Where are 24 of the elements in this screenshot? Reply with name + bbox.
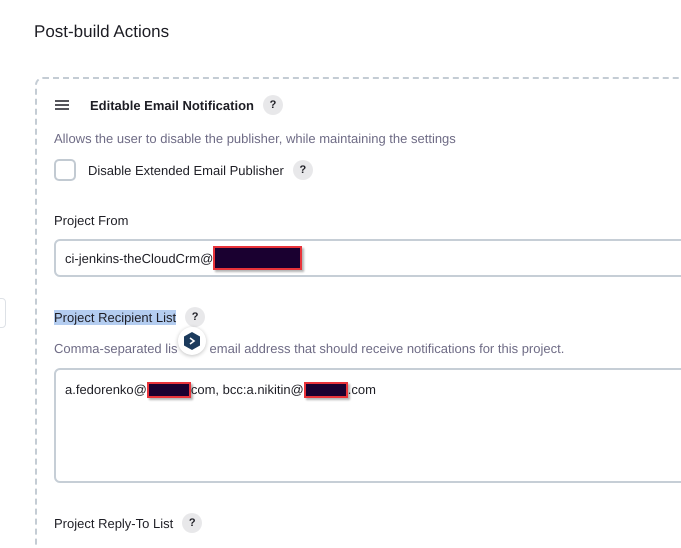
field-label: Project Reply-To List [54,516,174,530]
field-description: email address that should receive notifications for this project. [210,341,564,356]
field-description: Comma-separated lis [54,341,178,356]
redaction-mark [304,382,348,398]
help-icon[interactable]: ? [262,95,283,115]
field-label: Project From [54,213,128,228]
help-icon[interactable]: ? [292,160,313,180]
drag-handle-icon[interactable] [55,100,69,110]
publisher-description: Allows the user to disable the publisher, while maintaining the settings [54,131,457,146]
section-title: Post-build Actions [34,22,170,42]
field-value: com, bcc:a.nikitin@ [190,382,304,397]
field-label: Project Recipient List [54,310,176,324]
checkbox-label: Disable Extended Email Publisher [88,162,284,178]
field-value: .com [348,382,376,397]
checkbox[interactable] [54,159,76,181]
publisher-title: Editable Email Notification [90,98,254,112]
textarea-field[interactable]: a.fedorenko@ com, bcc:a.nikitin@ .com [54,368,681,483]
extension-button-icon[interactable] [178,327,206,355]
field-value: ci-jenkins-theCloudCrm@ [65,250,214,266]
help-icon[interactable]: ? [182,513,202,533]
input-field[interactable]: ci-jenkins-theCloudCrm@ [54,239,681,277]
field-value: a.fedorenko@ [65,382,147,397]
redaction-mark [146,382,191,398]
help-icon[interactable]: ? [185,307,206,327]
